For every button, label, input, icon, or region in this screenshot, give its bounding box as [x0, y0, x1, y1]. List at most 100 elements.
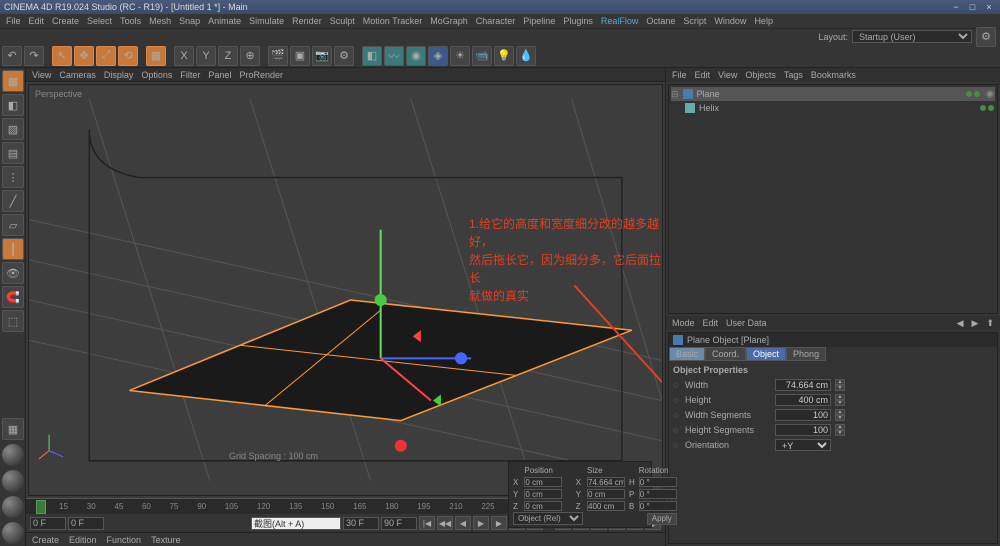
width-spinner[interactable]: ▲▼ [835, 379, 845, 391]
pos-z-input[interactable] [524, 501, 562, 511]
object-mode-icon[interactable]: ◧ [2, 94, 24, 116]
tab-phong[interactable]: Phong [786, 347, 826, 361]
menu-tools[interactable]: Tools [120, 16, 141, 26]
height-segments-input[interactable] [775, 424, 831, 436]
workspace-icon[interactable]: ⬚ [2, 310, 24, 332]
rot-b-input[interactable] [639, 501, 677, 511]
object-item-helix[interactable]: Helix [671, 101, 995, 115]
obj-menu-tags[interactable]: Tags [784, 70, 803, 80]
prev-frame-button[interactable]: ◀ [455, 516, 471, 530]
render-settings[interactable]: ⚙ [334, 46, 354, 66]
scale-tool[interactable]: ⤢ [96, 46, 116, 66]
tab-basic[interactable]: Basic [669, 347, 705, 361]
material-preview-1[interactable] [2, 444, 24, 466]
obj-menu-view[interactable]: View [718, 70, 737, 80]
deformer-icon[interactable]: ◈ [428, 46, 448, 66]
z-axis-toggle[interactable]: Z [218, 46, 238, 66]
width-segments-input[interactable] [775, 409, 831, 421]
tab-texture[interactable]: Texture [151, 535, 181, 545]
layout-settings-icon[interactable]: ⚙ [976, 27, 996, 47]
rot-p-input[interactable] [639, 489, 677, 499]
menu-octane[interactable]: Octane [646, 16, 675, 26]
menu-animate[interactable]: Animate [208, 16, 241, 26]
wseg-spinner[interactable]: ▲▼ [835, 409, 845, 421]
camera-icon[interactable]: 📹 [472, 46, 492, 66]
height-spinner[interactable]: ▲▼ [835, 394, 845, 406]
layout-select[interactable]: Startup (User) [852, 30, 972, 43]
minimize-button[interactable]: − [949, 0, 963, 14]
menu-plugins[interactable]: Plugins [563, 16, 593, 26]
vp-menu-cameras[interactable]: Cameras [59, 70, 96, 80]
orientation-select[interactable]: +Y [775, 439, 831, 451]
menu-mesh[interactable]: Mesh [149, 16, 171, 26]
menu-pipeline[interactable]: Pipeline [523, 16, 555, 26]
attr-nav-fwd-icon[interactable]: ▶ [972, 318, 979, 329]
vp-menu-panel[interactable]: Panel [208, 70, 231, 80]
texture-mode-icon[interactable]: ▨ [2, 118, 24, 140]
material-preview-4[interactable] [2, 522, 24, 544]
vp-menu-prorender[interactable]: ProRender [239, 70, 283, 80]
viewport-solo-icon[interactable]: 👁 [2, 262, 24, 284]
menu-realflow[interactable]: RealFlow [601, 16, 639, 26]
cube-primitive[interactable]: ◧ [362, 46, 382, 66]
point-mode-icon[interactable]: ⋮ [2, 166, 24, 188]
polygon-mode-icon[interactable]: ▱ [2, 214, 24, 236]
close-button[interactable]: × [982, 0, 996, 14]
x-axis-toggle[interactable]: X [174, 46, 194, 66]
render-region[interactable]: ▣ [290, 46, 310, 66]
frame-a-input[interactable] [343, 517, 379, 530]
menu-file[interactable]: File [6, 16, 21, 26]
material-preview-3[interactable] [2, 496, 24, 518]
apply-button[interactable]: Apply [647, 513, 677, 525]
rot-h-input[interactable] [639, 477, 677, 487]
light-icon[interactable]: 💡 [494, 46, 514, 66]
render-pv[interactable]: 📷 [312, 46, 332, 66]
hseg-spinner[interactable]: ▲▼ [835, 424, 845, 436]
last-tool[interactable]: ▦ [146, 46, 166, 66]
realflow-icon[interactable]: 💧 [516, 46, 536, 66]
edge-mode-icon[interactable]: ╱ [2, 190, 24, 212]
undo-button[interactable]: ↶ [2, 46, 22, 66]
snap-icon[interactable]: 🧲 [2, 286, 24, 308]
menu-create[interactable]: Create [52, 16, 79, 26]
goto-start-button[interactable]: |◀ [419, 516, 435, 530]
timeline-playhead[interactable] [36, 500, 46, 514]
viewport[interactable]: Perspective [28, 84, 663, 496]
menu-help[interactable]: Help [754, 16, 773, 26]
obj-menu-file[interactable]: File [672, 70, 687, 80]
play-button[interactable]: ▶ [473, 516, 489, 530]
select-tool[interactable]: ↖ [52, 46, 72, 66]
generator-icon[interactable]: ◉ [406, 46, 426, 66]
menu-script[interactable]: Script [683, 16, 706, 26]
tab-create[interactable]: Create [32, 535, 59, 545]
vp-menu-view[interactable]: View [32, 70, 51, 80]
tab-edition[interactable]: Edition [69, 535, 97, 545]
attr-nav-back-icon[interactable]: ◀ [957, 318, 964, 329]
pos-x-input[interactable] [524, 477, 562, 487]
menu-sculpt[interactable]: Sculpt [330, 16, 355, 26]
frame-current-input[interactable] [68, 517, 104, 530]
vp-menu-display[interactable]: Display [104, 70, 134, 80]
attr-menu-edit[interactable]: Edit [703, 318, 719, 328]
model-mode-icon[interactable]: ▦ [2, 70, 24, 92]
obj-menu-edit[interactable]: Edit [695, 70, 711, 80]
step-back-button[interactable]: ◀◀ [437, 516, 453, 530]
attr-menu-userdata[interactable]: User Data [726, 318, 767, 328]
axis-icon[interactable]: ┃ [2, 238, 24, 260]
frame-b-input[interactable] [381, 517, 417, 530]
menu-edit[interactable]: Edit [29, 16, 45, 26]
redo-button[interactable]: ↷ [24, 46, 44, 66]
menu-snap[interactable]: Snap [179, 16, 200, 26]
render-view[interactable]: 🎬 [268, 46, 288, 66]
material-preview-2[interactable] [2, 470, 24, 492]
rotate-tool[interactable]: ⟲ [118, 46, 138, 66]
attr-up-icon[interactable]: ⬆ [986, 318, 994, 329]
phong-tag-icon[interactable] [985, 89, 995, 99]
size-z-input[interactable] [587, 501, 625, 511]
screenshot-hint[interactable] [251, 517, 341, 530]
obj-menu-bookmarks[interactable]: Bookmarks [811, 70, 856, 80]
tab-object[interactable]: Object [746, 347, 786, 361]
vp-menu-options[interactable]: Options [141, 70, 172, 80]
object-vis-dots[interactable] [965, 89, 981, 99]
vp-menu-filter[interactable]: Filter [180, 70, 200, 80]
